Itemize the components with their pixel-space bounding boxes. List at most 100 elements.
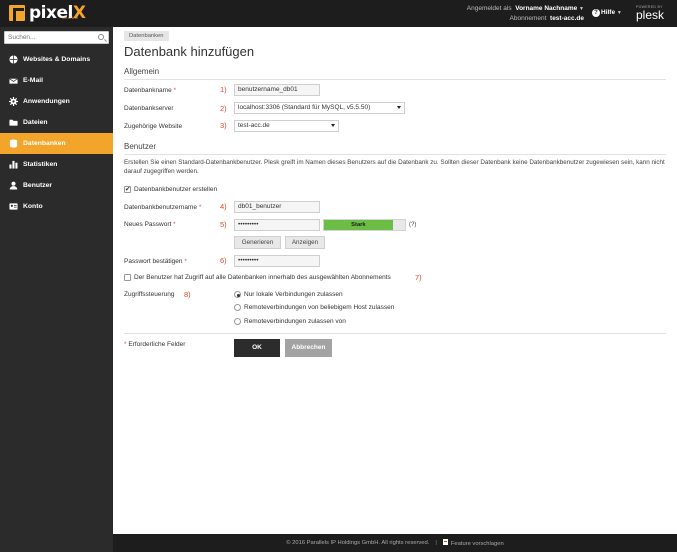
logo-text: pixelX	[29, 3, 86, 23]
website-label: Zugehörige Website	[124, 123, 183, 130]
username-field[interactable]: db01_benutzer	[234, 201, 320, 213]
radio-remote-any-host[interactable]	[234, 304, 241, 311]
bar-chart-icon	[9, 160, 18, 169]
subscription-label: Abonnement	[509, 15, 547, 22]
footer: © 2016 Parallels IP Holdings GmbH. All r…	[113, 534, 677, 552]
step-number-3: 3)	[220, 121, 227, 130]
mail-icon	[9, 76, 18, 85]
page-title: Datenbank hinzufügen	[124, 44, 255, 59]
sidebar-item-users[interactable]: Benutzer	[0, 175, 113, 196]
copyright-text: © 2016 Parallels IP Holdings GmbH. All r…	[286, 540, 430, 546]
required-fields-note: * Erforderliche Felder	[124, 341, 186, 348]
database-icon	[9, 139, 18, 148]
create-user-checkbox[interactable]	[124, 185, 131, 193]
footer-separator: |	[435, 540, 437, 546]
sidebar-item-label: Benutzer	[23, 182, 53, 189]
sidebar-item-email[interactable]: E-Mail	[0, 70, 113, 91]
sidebar: Websites & Domains E-Mail Anwendungen Da…	[0, 27, 113, 552]
confirm-password-field[interactable]: •••••••••	[234, 255, 320, 267]
sidebar-item-label: Anwendungen	[23, 98, 70, 105]
pixelx-logo-icon	[9, 5, 25, 21]
confirm-password-label: Passwort bestätigen *	[124, 258, 187, 265]
create-user-label: Datenbankbenutzer erstellen	[134, 186, 218, 193]
globe-icon	[9, 55, 18, 64]
step-number-5: 5)	[220, 220, 227, 229]
all-db-access-label: Der Benutzer hat Zugriff auf alle Datenb…	[134, 274, 391, 281]
db-name-field[interactable]: benutzername_db01	[234, 84, 320, 96]
db-server-select[interactable]: localhost:3306 (Standard für MySQL, v5.5…	[234, 102, 405, 114]
password-help-link[interactable]: (?)	[409, 222, 416, 228]
search-box	[4, 31, 109, 44]
subscription-value: test-acc.de	[550, 15, 584, 22]
plesk-logo: POWERED BY plesk	[636, 5, 664, 21]
db-server-label: Datenbankserver	[124, 105, 174, 112]
chevron-down-icon	[331, 124, 335, 127]
sidebar-item-files[interactable]: Dateien	[0, 112, 113, 133]
sidebar-item-label: Konto	[23, 203, 43, 210]
feature-suggest-link[interactable]: Feature vorschlagen	[442, 539, 504, 547]
radio-local-only[interactable]	[234, 291, 241, 298]
sidebar-item-label: Websites & Domains	[23, 56, 91, 63]
step-number-4: 4)	[220, 202, 227, 211]
top-bar: pixelX CLOUD Angemeldet als Vorname Nach…	[0, 0, 677, 27]
divider	[124, 79, 666, 80]
show-button[interactable]: Anzeigen	[285, 236, 325, 249]
db-name-label: Datenbankname *	[124, 87, 177, 94]
access-option-label: Remoteverbindungen zulassen von	[244, 318, 346, 325]
folder-icon	[9, 118, 18, 127]
help-label: Hilfe	[601, 9, 616, 16]
sidebar-item-account[interactable]: Konto	[0, 196, 113, 217]
logged-in-label: Angemeldet als	[466, 5, 512, 12]
password-field[interactable]: •••••••••	[234, 219, 320, 231]
pixelx-logo[interactable]: pixelX	[9, 3, 86, 23]
website-select[interactable]: test-acc.de	[234, 120, 339, 132]
step-number-8: 8)	[184, 290, 191, 299]
divider	[124, 333, 666, 334]
search-icon[interactable]	[98, 34, 104, 40]
user-description: Erstellen Sie einen Standard-Datenbankbe…	[124, 159, 665, 175]
cancel-button[interactable]: Abbrechen	[285, 339, 332, 357]
radio-remote-from[interactable]	[234, 318, 241, 325]
divider	[124, 154, 666, 155]
password-label: Neues Passwort *	[124, 221, 176, 228]
gear-icon	[9, 97, 18, 106]
sidebar-item-label: Datenbanken	[23, 140, 66, 147]
help-menu[interactable]: ? Hilfe ▼	[592, 9, 622, 17]
user-menu[interactable]: Angemeldet als Vorname Nachname ▼ Abonne…	[467, 4, 584, 23]
section-general-heading: Allgemein	[124, 67, 160, 76]
password-strength-meter: Stark	[323, 219, 406, 231]
sidebar-item-label: E-Mail	[23, 77, 44, 84]
logo-subtitle: CLOUD	[62, 15, 79, 20]
step-number-1: 1)	[220, 85, 227, 94]
chevron-down-icon	[397, 106, 401, 109]
step-number-7: 7)	[415, 273, 422, 282]
user-icon	[9, 181, 18, 190]
main-content: Datenbanken Datenbank hinzufügen Allgeme…	[113, 27, 677, 534]
sidebar-item-databases[interactable]: Datenbanken	[0, 133, 113, 154]
website-value: test-acc.de	[238, 122, 270, 129]
document-icon	[442, 539, 448, 545]
sidebar-item-label: Dateien	[23, 119, 48, 126]
search-input[interactable]	[5, 32, 93, 43]
access-option-label: Remoteverbindungen von beliebigem Host z…	[244, 304, 395, 311]
ok-button[interactable]: OK	[234, 339, 280, 357]
chevron-down-icon: ▼	[579, 6, 584, 12]
section-user-heading: Benutzer	[124, 142, 157, 151]
sidebar-item-label: Statistiken	[23, 161, 58, 168]
all-db-access-checkbox[interactable]	[124, 274, 131, 281]
step-number-2: 2)	[220, 104, 227, 113]
plesk-wordmark: plesk	[636, 8, 665, 22]
step-number-6: 6)	[220, 256, 227, 265]
sidebar-item-applications[interactable]: Anwendungen	[0, 91, 113, 112]
generate-button[interactable]: Generieren	[234, 236, 281, 249]
breadcrumb[interactable]: Datenbanken	[124, 31, 169, 41]
sidebar-item-websites-domains[interactable]: Websites & Domains	[0, 49, 113, 70]
sidebar-item-statistics[interactable]: Statistiken	[0, 154, 113, 175]
db-server-value: localhost:3306 (Standard für MySQL, v5.5…	[238, 104, 371, 111]
access-control-label: Zugriffssteuerung	[124, 291, 175, 298]
access-option-label: Nur lokale Verbindungen zulassen	[244, 291, 343, 298]
chevron-down-icon: ▼	[616, 10, 622, 16]
question-icon: ?	[592, 9, 600, 17]
user-name: Vorname Nachname	[515, 5, 578, 12]
id-card-icon	[9, 202, 18, 211]
